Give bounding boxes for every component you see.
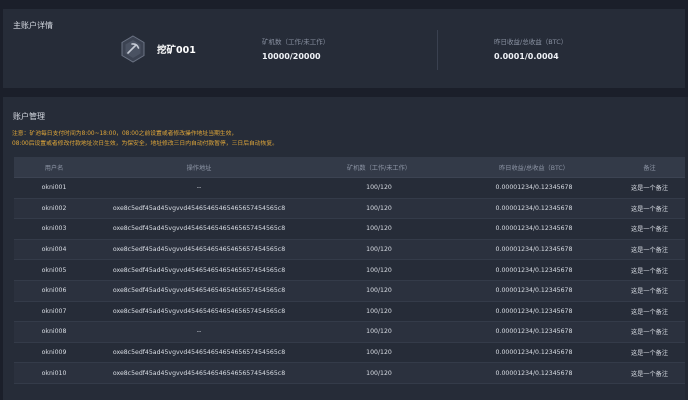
cell-miners: 100/120 (366, 369, 392, 377)
cell-earnings: 0.00001234/0.12345678 (495, 184, 573, 192)
cell-earnings: 0.00001234/0.12345678 (495, 266, 573, 274)
table-row[interactable]: okni004 oxe8c5edf45ad45vgvvd4546546546546… (14, 239, 685, 261)
column-header-earnings: 昨日收益/总收益（BTC） (499, 164, 569, 172)
main-account-title: 主账户详情 (13, 21, 53, 30)
cell-address: oxe8c5edf45ad45vgvvd45465465465465657454… (112, 204, 286, 212)
table-row[interactable]: okni005 oxe8c5edf45ad45vgvvd4546546546546… (14, 260, 685, 281)
cell-username: okni001 (41, 184, 67, 192)
cell-username: okni007 (41, 307, 67, 315)
table-header: 用户名 操作地址 矿机数（工作/未工作） 昨日收益/总收益（BTC） 备注 (14, 157, 685, 178)
table-row[interactable]: okni010 oxe8c5edf45ad45vgvvd4546546546546… (14, 363, 685, 384)
cell-earnings: 0.00001234/0.12345678 (495, 246, 573, 254)
cell-earnings: 0.00001234/0.12345678 (495, 328, 573, 336)
table-body: okni001 -- 100/120 0.00001234/0.12345678 这是一… (14, 178, 685, 384)
cell-note: 这是一个备注 (630, 288, 669, 296)
mining-pick-icon (121, 35, 145, 63)
cell-note: 这是一个备注 (630, 350, 669, 358)
cell-note: 这是一个备注 (630, 370, 669, 378)
table-row[interactable]: okni003 oxe8c5edf45ad45vgvvd4546546546546… (14, 219, 685, 240)
cell-miners: 100/120 (366, 287, 392, 295)
cell-miners: 100/120 (366, 349, 392, 357)
cell-username: okni009 (41, 349, 67, 357)
cell-address: oxe8c5edf45ad45vgvvd45465465465465657454… (112, 225, 286, 233)
earnings-value: 0.0001/0.0004 (494, 52, 559, 61)
main-account-panel (3, 9, 685, 88)
cell-address: -- (196, 184, 202, 192)
cell-note: 这是一个备注 (630, 226, 669, 234)
cell-username: okni008 (41, 328, 67, 336)
cell-earnings: 0.00001234/0.12345678 (495, 225, 573, 233)
notice-line-2: 08:00后设置或者修改付款地址次日生效，为保安全，地址修改三日内自动付款暂停，… (12, 141, 278, 147)
miner-count-label: 矿机数（工作/未工作） (262, 38, 330, 46)
cell-note: 这是一个备注 (630, 308, 669, 316)
cell-username: okni002 (41, 204, 67, 212)
table-row[interactable]: okni007 oxe8c5edf45ad45vgvvd4546546546546… (14, 302, 685, 323)
cell-miners: 100/120 (366, 266, 392, 274)
column-header-address: 操作地址 (186, 164, 212, 172)
cell-address: oxe8c5edf45ad45vgvvd45465465465465657454… (112, 369, 286, 377)
cell-address: oxe8c5edf45ad45vgvvd45465465465465657454… (112, 307, 286, 315)
cell-address: oxe8c5edf45ad45vgvvd45465465465465657454… (112, 266, 286, 274)
account-name: 挖矿001 (157, 45, 196, 56)
column-header-username: 用户名 (44, 164, 64, 172)
cell-miners: 100/120 (366, 204, 392, 212)
column-header-miners: 矿机数（工作/未工作） (347, 164, 411, 172)
notice-line-1: 注意：矿池每日支付时间为8:00~18:00，08:00之前设置或者修改操作地址… (12, 131, 238, 137)
column-header-note: 备注 (643, 164, 656, 172)
miner-count-value: 10000/20000 (262, 52, 321, 61)
stats-divider (437, 30, 438, 70)
cell-earnings: 0.00001234/0.12345678 (495, 307, 573, 315)
accounts-table: 用户名 操作地址 矿机数（工作/未工作） 昨日收益/总收益（BTC） 备注 ok… (14, 157, 685, 384)
earnings-label: 昨日收益/总收益（BTC） (494, 38, 568, 46)
cell-miners: 100/120 (366, 307, 392, 315)
cell-address: oxe8c5edf45ad45vgvvd45465465465465657454… (112, 246, 286, 254)
cell-earnings: 0.00001234/0.12345678 (495, 204, 573, 212)
table-row[interactable]: okni001 -- 100/120 0.00001234/0.12345678 这是一… (14, 178, 685, 199)
cell-note: 这是一个备注 (630, 185, 669, 193)
cell-address: oxe8c5edf45ad45vgvvd45465465465465657454… (112, 287, 286, 295)
cell-username: okni010 (41, 369, 67, 377)
table-row[interactable]: okni006 oxe8c5edf45ad45vgvvd4546546546546… (14, 280, 685, 302)
cell-note: 这是一个备注 (630, 205, 669, 213)
table-row[interactable]: okni009 oxe8c5edf45ad45vgvvd4546546546546… (14, 343, 685, 364)
cell-username: okni003 (41, 225, 67, 233)
cell-note: 这是一个备注 (630, 247, 669, 255)
cell-earnings: 0.00001234/0.12345678 (495, 369, 573, 377)
cell-miners: 100/120 (366, 328, 392, 336)
cell-username: okni005 (41, 266, 67, 274)
cell-username: okni006 (41, 287, 67, 295)
cell-note: 这是一个备注 (630, 267, 669, 275)
cell-earnings: 0.00001234/0.12345678 (495, 287, 573, 295)
cell-earnings: 0.00001234/0.12345678 (495, 349, 573, 357)
cell-username: okni004 (41, 246, 67, 254)
cell-note: 这是一个备注 (630, 329, 669, 337)
cell-address: oxe8c5edf45ad45vgvvd45465465465465657454… (112, 349, 286, 357)
cell-miners: 100/120 (366, 184, 392, 192)
cell-miners: 100/120 (366, 225, 392, 233)
account-management-title: 账户管理 (13, 112, 45, 121)
cell-miners: 100/120 (366, 246, 392, 254)
cell-address: -- (196, 328, 202, 336)
table-row[interactable]: okni008 -- 100/120 0.00001234/0.12345678 这是一… (14, 322, 685, 343)
table-row[interactable]: okni002 oxe8c5edf45ad45vgvvd4546546546546… (14, 198, 685, 220)
